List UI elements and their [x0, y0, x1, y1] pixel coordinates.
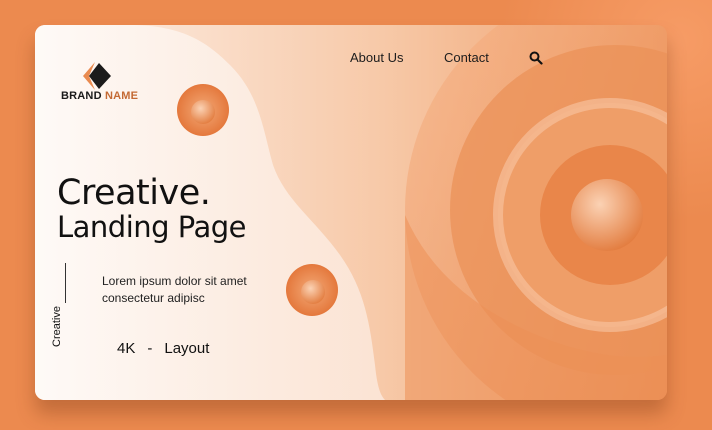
hero-description: Lorem ipsum dolor sit amet consectetur a…: [102, 273, 272, 307]
landing-page-card: About Us Contact BRAND NAME Creative. La…: [35, 25, 667, 400]
large-circles-group: [405, 25, 667, 400]
small-orb-bottom: [286, 264, 338, 316]
spec-layout: Layout: [164, 340, 210, 357]
center-dot: [571, 179, 643, 251]
small-orb-top: [177, 84, 229, 136]
brand-name-part1: BRAND: [61, 90, 102, 102]
vertical-divider: [65, 263, 66, 303]
description-line1: Lorem ipsum dolor sit amet: [102, 274, 247, 288]
hero-title-line1: Creative.: [57, 173, 211, 213]
description-line2: consectetur adipisc: [102, 291, 205, 305]
nav-about-us[interactable]: About Us: [350, 50, 403, 65]
search-icon[interactable]: [529, 51, 543, 65]
brand-name-part2: NAME: [101, 90, 139, 102]
spec-separator: -: [147, 340, 153, 357]
nav-contact[interactable]: Contact: [444, 50, 489, 65]
spec-resolution: 4K: [117, 340, 136, 357]
vertical-label: Creative: [51, 306, 63, 347]
diamond-logo-icon[interactable]: [79, 59, 115, 93]
brand-name: BRAND NAME: [61, 90, 138, 102]
spec-line: 4K - Layout: [117, 340, 221, 357]
hero-title-line2: Landing Page: [57, 210, 247, 244]
